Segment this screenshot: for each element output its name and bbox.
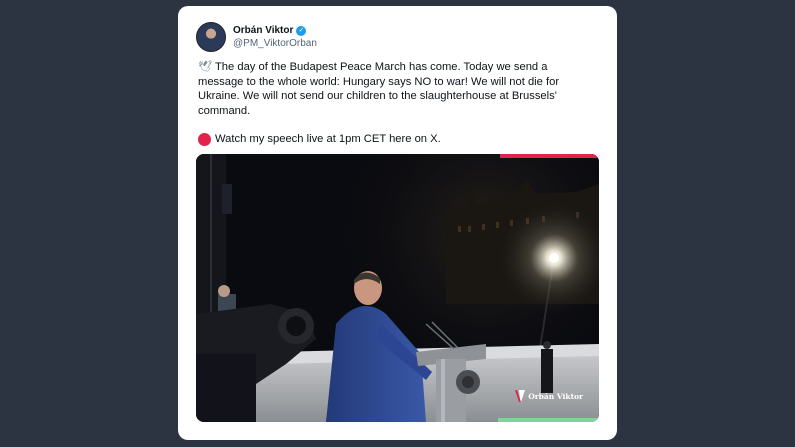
tweet-header: Orbán Viktor ✓ @PM_ViktorOrban xyxy=(196,22,317,52)
author-name[interactable]: Orbán Viktor xyxy=(233,24,293,37)
tweet-paragraph-1: 🕊 The day of the Budapest Peace March has… xyxy=(198,60,588,118)
dove-icon: 🕊 xyxy=(198,61,212,73)
author-block: Orbán Viktor ✓ @PM_ViktorOrban xyxy=(233,24,317,50)
tweet-paragraph-2-text: Watch my speech live at 1pm CET here on … xyxy=(215,133,441,145)
tweet-paragraph-1-text: The day of the Budapest Peace March has … xyxy=(198,61,560,117)
photo-watermark-text: Orbán Viktor xyxy=(528,391,583,401)
red-circle-icon xyxy=(198,132,211,146)
author-handle[interactable]: @PM_ViktorOrban xyxy=(233,37,317,50)
avatar[interactable] xyxy=(196,22,226,52)
author-name-row: Orbán Viktor ✓ xyxy=(233,24,317,37)
tweet-paragraph-2: Watch my speech live at 1pm CET here on … xyxy=(198,132,588,147)
speech-photo-illustration xyxy=(196,154,599,422)
tweet-text: 🕊 The day of the Budapest Peace March has… xyxy=(198,60,588,147)
v-logo-icon xyxy=(515,390,526,402)
photo-watermark: Orbán Viktor xyxy=(515,390,583,402)
tweet-card[interactable]: Orbán Viktor ✓ @PM_ViktorOrban 🕊 The day … xyxy=(178,6,617,440)
verified-badge-icon: ✓ xyxy=(296,25,307,36)
tweet-photo[interactable]: Orbán Viktor xyxy=(196,154,599,422)
